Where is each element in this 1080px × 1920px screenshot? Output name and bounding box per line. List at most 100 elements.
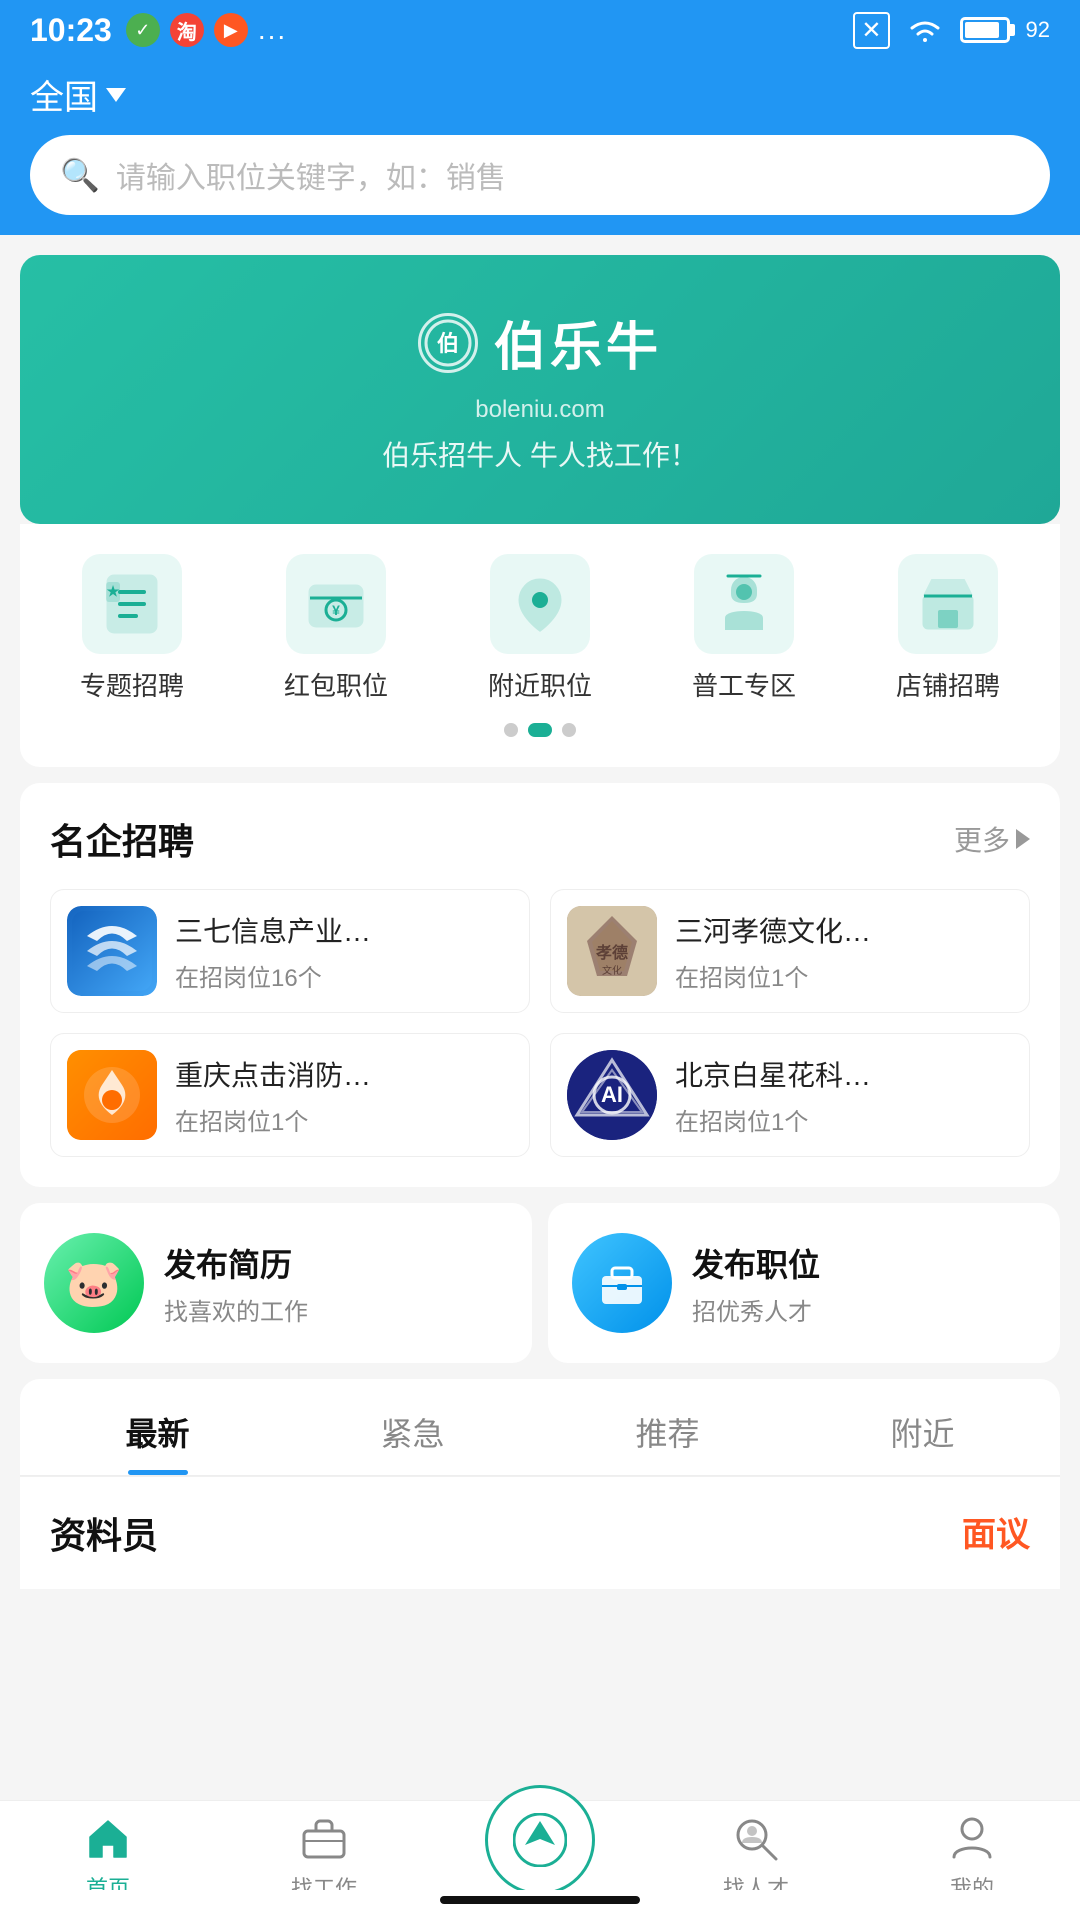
tab-nearby[interactable]: 附近 (795, 1379, 1050, 1475)
company-section-header: 名企招聘 更多 (50, 813, 1030, 865)
search-bar[interactable]: 🔍 请输入职位关键字，如：销售 (30, 135, 1050, 215)
app-icon-green: ✓ (126, 13, 160, 47)
briefcase-icon (300, 1815, 348, 1863)
tab-recommend[interactable]: 推荐 (540, 1379, 795, 1475)
action-job-icon (572, 1233, 672, 1333)
company-logo-3 (67, 1050, 157, 1140)
company-name-2: 三河孝德文化… (675, 910, 1013, 950)
status-icons: ✓ 淘 ▶ ... (126, 13, 287, 47)
battery-x-icon: ✕ (853, 12, 889, 49)
status-time: 10:23 (30, 12, 112, 49)
search-input-placeholder: 请输入职位关键字，如：销售 (116, 153, 506, 197)
app-icon-video: ▶ (214, 13, 248, 47)
company-grid: 三七信息产业… 在招岗位16个 孝德 文化 (50, 889, 1030, 1157)
battery-icon (960, 17, 1010, 43)
dot-1 (504, 723, 518, 737)
location-chevron-icon (106, 88, 126, 102)
company-name-3: 重庆点击消防… (175, 1054, 513, 1094)
dot-3 (562, 723, 576, 737)
job-header-1: 资料员 面议 (50, 1507, 1030, 1559)
company-jobs-4: 在招岗位1个 (675, 1102, 1013, 1137)
header: 全国 🔍 请输入职位关键字，如：销售 (0, 60, 1080, 235)
company-item-4[interactable]: AI 北京白星花科… 在招岗位1个 (550, 1033, 1030, 1157)
company-info-2: 三河孝德文化… 在招岗位1个 (675, 910, 1013, 993)
job-salary-1: 面议 (962, 1507, 1030, 1556)
quick-icon-shop[interactable]: 店铺招聘 (896, 554, 1000, 703)
battery-level: 92 (1026, 17, 1050, 43)
person-icon (948, 1815, 996, 1863)
location-text: 全国 (30, 70, 98, 119)
banner-logo: 伯 伯乐牛 (418, 305, 662, 380)
action-resume-text: 发布简历 找喜欢的工作 (164, 1240, 508, 1327)
nav-publish-circle (485, 1785, 595, 1895)
quick-icons-section: ★ 专题招聘 ¥ 红包职位 (20, 524, 1060, 767)
company-logo-1 (67, 906, 157, 996)
svg-text:★: ★ (107, 583, 120, 599)
svg-text:AI: AI (601, 1082, 623, 1107)
home-bar (440, 1896, 640, 1904)
tab-latest[interactable]: 最新 (30, 1379, 285, 1475)
company-jobs-2: 在招岗位1个 (675, 958, 1013, 993)
company-info-3: 重庆点击消防… 在招岗位1个 (175, 1054, 513, 1137)
logo-xd: 孝德 文化 (567, 906, 657, 996)
tabs-row: 最新 紧急 推荐 附近 (20, 1379, 1060, 1476)
dot-2 (528, 723, 552, 737)
company-item-1[interactable]: 三七信息产业… 在招岗位16个 (50, 889, 530, 1013)
home-indicator (0, 1890, 1080, 1920)
banner: 伯 伯乐牛 boleniu.com 伯乐招牛人 牛人找工作！ (20, 255, 1060, 524)
action-resume-icon: 🐷 (44, 1233, 144, 1333)
quick-icon-topic[interactable]: ★ 专题招聘 (80, 554, 184, 703)
job-tabs: 最新 紧急 推荐 附近 (20, 1379, 1060, 1476)
action-job[interactable]: 发布职位 招优秀人才 (548, 1203, 1060, 1363)
action-resume[interactable]: 🐷 发布简历 找喜欢的工作 (20, 1203, 532, 1363)
carousel-dots (20, 723, 1060, 747)
quick-icons-row: ★ 专题招聘 ¥ 红包职位 (20, 554, 1060, 703)
app-icon-taobao: 淘 (170, 13, 204, 47)
quick-icon-nearby-label: 附近职位 (488, 666, 592, 703)
tab-urgent[interactable]: 紧急 (285, 1379, 540, 1475)
wifi-icon (906, 16, 944, 44)
logo-fire (67, 1050, 157, 1140)
svg-text:¥: ¥ (332, 602, 340, 618)
search-people-icon (732, 1815, 780, 1863)
company-item-3[interactable]: 重庆点击消防… 在招岗位1个 (50, 1033, 530, 1157)
company-item-2[interactable]: 孝德 文化 三河孝德文化… 在招岗位1个 (550, 889, 1030, 1013)
home-icon (84, 1815, 132, 1863)
brand-logo-circle: 伯 (418, 313, 478, 373)
company-section: 名企招聘 更多 (20, 783, 1060, 1187)
quick-icon-shop-label: 店铺招聘 (896, 666, 1000, 703)
company-info-4: 北京白星花科… 在招岗位1个 (675, 1054, 1013, 1137)
status-more-dots: ... (258, 14, 287, 46)
company-logo-4: AI (567, 1050, 657, 1140)
job-title-1: 资料员 (50, 1507, 158, 1559)
status-bar-right: ✕ 92 (853, 12, 1050, 49)
brand-slogan: 伯乐招牛人 牛人找工作！ (382, 434, 698, 474)
logo-37 (67, 906, 157, 996)
company-section-title: 名企招聘 (50, 813, 194, 865)
brand-url: boleniu.com (475, 396, 604, 424)
quick-icon-topic-label: 专题招聘 (80, 666, 184, 703)
action-job-subtitle: 招优秀人才 (692, 1292, 1036, 1327)
location-row[interactable]: 全国 (30, 70, 1050, 119)
quick-icon-redpacket-label: 红包职位 (284, 666, 388, 703)
quick-icon-worker[interactable]: 普工专区 (692, 554, 796, 703)
action-job-title: 发布职位 (692, 1240, 1036, 1286)
svg-text:孝德: 孝德 (595, 943, 628, 962)
status-bar: 10:23 ✓ 淘 ▶ ... ✕ 92 (0, 0, 1080, 60)
action-cards: 🐷 发布简历 找喜欢的工作 发布职位 招优秀人才 (20, 1203, 1060, 1363)
svg-text:伯: 伯 (437, 331, 459, 356)
company-more-btn[interactable]: 更多 (954, 819, 1030, 859)
brand-name: 伯乐牛 (494, 305, 662, 380)
company-logo-2: 孝德 文化 (567, 906, 657, 996)
job-item-1[interactable]: 资料员 面议 (20, 1476, 1060, 1589)
company-more-label: 更多 (954, 819, 1010, 859)
company-name-4: 北京白星花科… (675, 1054, 1013, 1094)
quick-icon-nearby[interactable]: 附近职位 (488, 554, 592, 703)
action-job-text: 发布职位 招优秀人才 (692, 1240, 1036, 1327)
action-resume-subtitle: 找喜欢的工作 (164, 1292, 508, 1327)
company-jobs-3: 在招岗位1个 (175, 1102, 513, 1137)
action-resume-title: 发布简历 (164, 1240, 508, 1286)
quick-icon-worker-label: 普工专区 (692, 666, 796, 703)
quick-icon-redpacket[interactable]: ¥ 红包职位 (284, 554, 388, 703)
company-more-chevron-icon (1016, 829, 1030, 849)
